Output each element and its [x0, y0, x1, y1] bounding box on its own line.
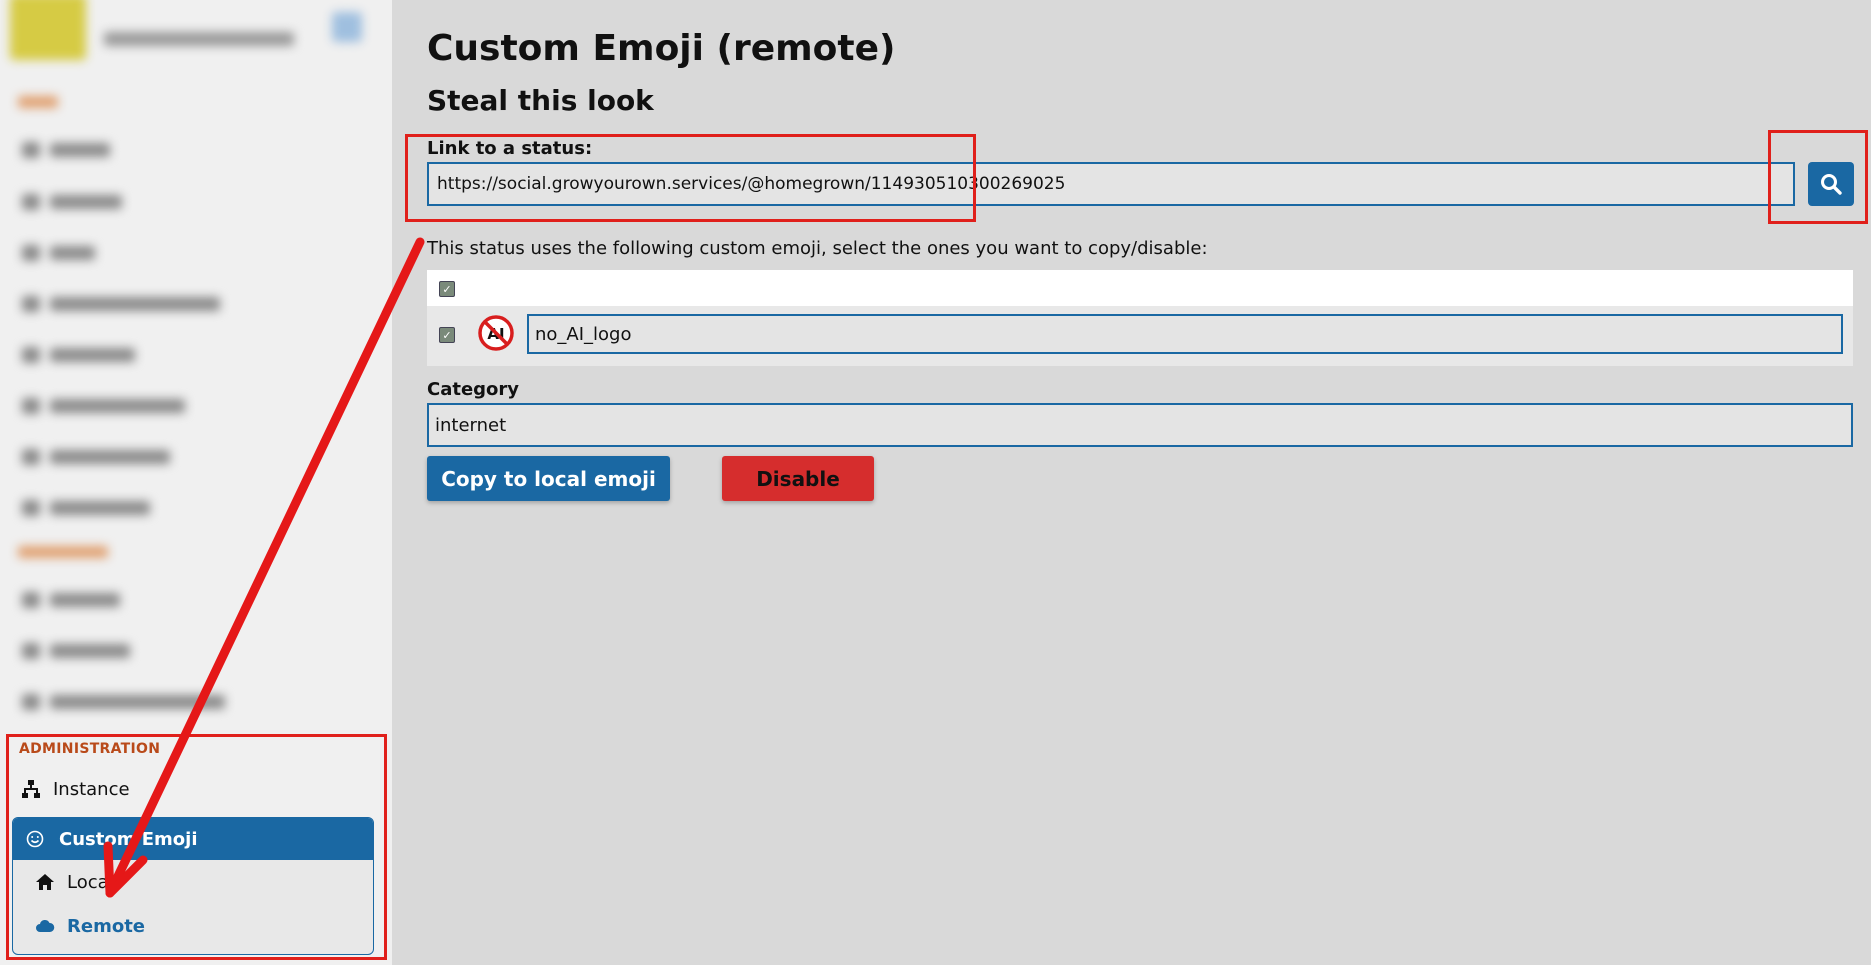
home-icon — [35, 872, 55, 892]
blurred-nav-item — [50, 501, 150, 515]
emoji-checkbox[interactable]: ✓ — [439, 327, 455, 343]
blurred-icon — [22, 245, 40, 261]
sidebar-item-remote[interactable]: Remote — [13, 904, 373, 948]
sidebar-item-label: Local — [67, 871, 114, 893]
blurred-nav-item — [50, 195, 122, 209]
highlight-box-link — [405, 134, 976, 222]
sidebar-item-instance[interactable]: Instance — [21, 775, 130, 803]
blurred-nav-item — [50, 399, 185, 413]
blurred-icon — [22, 194, 40, 210]
blurred-heading — [18, 546, 108, 558]
blurred-nav-item — [50, 246, 95, 260]
sidebar-item-local[interactable]: Local — [13, 860, 373, 904]
blurred-nav-item — [50, 143, 110, 157]
blurred-icon — [22, 500, 40, 516]
admin-heading: ADMINISTRATION — [19, 741, 161, 757]
select-all-checkbox[interactable]: ✓ — [439, 281, 455, 297]
sidebar-item-label: Custom Emoji — [59, 828, 198, 850]
sitemap-icon — [21, 779, 41, 799]
profile-subtitle-blurred — [104, 32, 294, 46]
copy-to-local-button[interactable]: Copy to local emoji — [427, 456, 670, 501]
nav-group-custom-emoji: Custom Emoji Local Remote — [12, 817, 374, 955]
blurred-nav-item — [50, 593, 120, 607]
main-content: Custom Emoji (remote) Steal this look Li… — [392, 0, 1871, 965]
blurred-nav-item — [50, 297, 220, 311]
sidebar-item-label: Remote — [67, 915, 146, 937]
blurred-icon — [22, 643, 40, 659]
blurred-nav-item — [50, 348, 135, 362]
blurred-nav-item — [50, 644, 130, 658]
blurred-sidebar-content — [0, 0, 392, 730]
disable-button[interactable]: Disable — [722, 456, 874, 501]
category-label: Category — [427, 379, 520, 400]
avatar — [10, 0, 86, 60]
blurred-nav-item — [50, 450, 170, 464]
category-input[interactable] — [427, 403, 1853, 447]
blurred-icon — [22, 449, 40, 465]
cloud-icon — [35, 916, 55, 936]
sidebar-item-label: Instance — [53, 778, 130, 800]
blurred-icon — [22, 694, 40, 710]
blurred-icon — [22, 592, 40, 608]
status-note: This status uses the following custom em… — [427, 238, 1208, 259]
sidebar: ADMINISTRATION Instance Custom Emoji Loc… — [0, 0, 392, 965]
sidebar-item-custom-emoji[interactable]: Custom Emoji — [13, 818, 373, 860]
profile-menu-button-blurred — [332, 12, 362, 42]
admin-section: ADMINISTRATION Instance Custom Emoji Loc… — [6, 734, 387, 960]
blurred-heading — [18, 96, 58, 108]
page-title: Custom Emoji (remote) — [427, 28, 896, 69]
blurred-icon — [22, 347, 40, 363]
no-ai-logo-emoji: AI — [477, 314, 515, 352]
blurred-icon — [22, 398, 40, 414]
blurred-icon — [22, 142, 40, 158]
blurred-nav-item — [50, 695, 225, 709]
emoji-table: ✓ ✓ AI — [427, 270, 1853, 366]
smiley-icon — [25, 829, 45, 849]
blurred-icon — [22, 296, 40, 312]
emoji-shortcode-input[interactable] — [527, 314, 1843, 354]
highlight-box-search — [1768, 130, 1868, 224]
section-title: Steal this look — [427, 84, 654, 117]
